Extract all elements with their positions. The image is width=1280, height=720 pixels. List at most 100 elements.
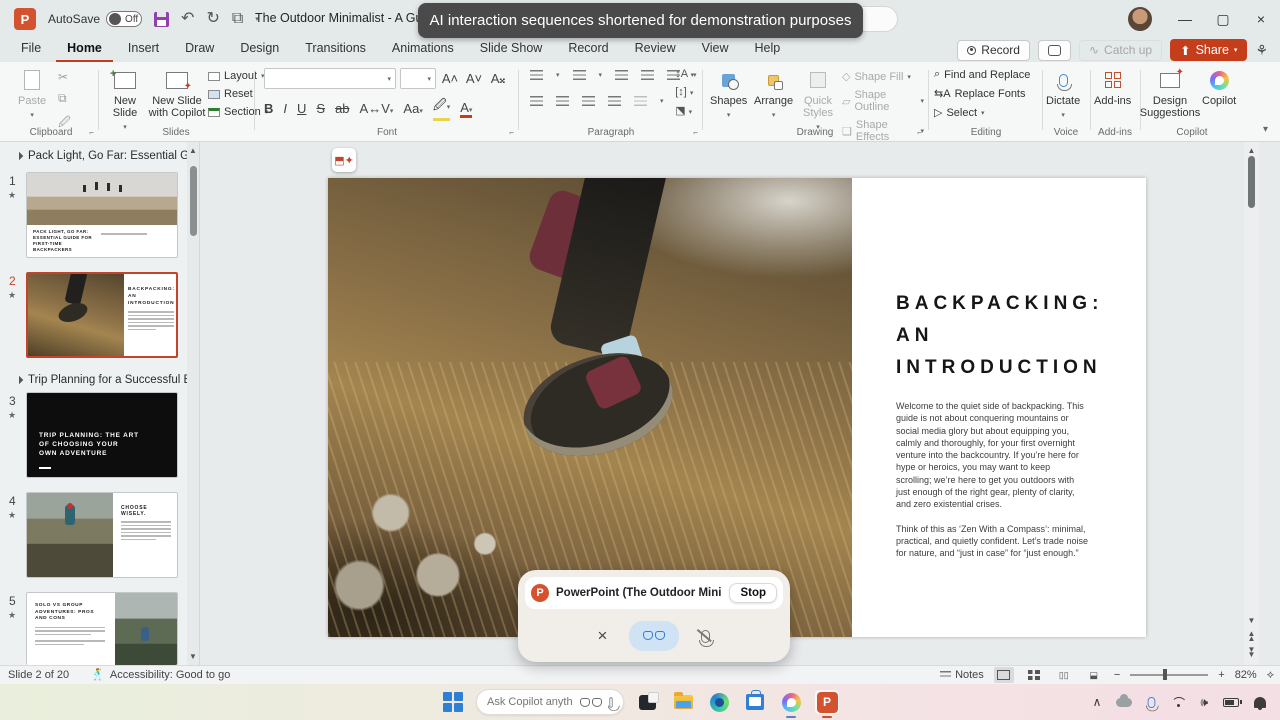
user-avatar[interactable]	[1128, 7, 1152, 31]
strikethrough-button[interactable]: S	[316, 101, 325, 116]
copilot-vision-glasses-icon[interactable]	[580, 697, 602, 707]
share-button[interactable]: ⬆ Share ▾	[1170, 39, 1248, 61]
stop-button[interactable]: Stop	[729, 583, 777, 603]
canvas-scrollbar[interactable]: ▲ ▼ ▲ ▲ ▼ ▼	[1244, 142, 1259, 665]
redo-icon[interactable]: ↻	[206, 11, 219, 27]
tab-home[interactable]: Home	[56, 38, 113, 62]
columns-icon[interactable]	[634, 96, 647, 106]
tray-microphone-icon[interactable]	[1146, 696, 1160, 711]
find-and-replace-button[interactable]: ⌕ Find and Replace	[934, 68, 1030, 81]
dictate-button[interactable]: Dictate ▾	[1046, 68, 1080, 122]
align-text-icon[interactable]: [↕] ▾	[675, 86, 694, 98]
search-input[interactable]	[487, 696, 573, 708]
slide-4-thumbnail[interactable]: CHOOSE WISELY.	[26, 492, 178, 578]
justify-icon[interactable]	[608, 96, 621, 106]
zoom-slider-thumb[interactable]	[1163, 669, 1167, 681]
slide-text-block[interactable]: BACKPACKING: AN INTRODUCTION Welcome to …	[896, 288, 1098, 560]
new-slide-button[interactable]: + New Slide ▾	[104, 68, 146, 134]
normal-view-button[interactable]	[993, 667, 1014, 683]
tab-file[interactable]: File	[10, 38, 52, 62]
slide-1-thumbnail[interactable]: PACK LIGHT, GO FAR: ESSENTIAL GUIDE FOR …	[26, 172, 178, 258]
shapes-button[interactable]: Shapes ▾	[710, 68, 747, 122]
tab-animations[interactable]: Animations	[381, 38, 465, 62]
notifications-bell-icon[interactable]	[1254, 696, 1266, 710]
decrease-indent-icon[interactable]	[615, 70, 629, 80]
replace-fonts-button[interactable]: ⇆A Replace Fonts	[934, 87, 1030, 101]
character-spacing-icon[interactable]: A↔V▾	[360, 101, 394, 116]
slideshow-icon[interactable]: ⧉	[232, 11, 243, 27]
designer-suggestion-chip[interactable]: ⬒✦	[332, 148, 356, 172]
sidebar-scroll-up-icon[interactable]: ▲	[189, 146, 197, 155]
taskbar-mic-icon[interactable]	[607, 696, 620, 711]
tab-draw[interactable]: Draw	[174, 38, 225, 62]
close-session-icon[interactable]: ×	[598, 626, 608, 646]
slide-2-thumbnail[interactable]: BACKPACKING: AN INTRODUCTION	[26, 272, 178, 358]
zoom-in-button[interactable]: +	[1218, 669, 1224, 681]
battery-icon[interactable]	[1223, 697, 1242, 707]
new-slide-with-copilot-button[interactable]: ✦ New Slide with Copilot	[148, 68, 206, 119]
fit-slide-to-window-icon[interactable]: ⟡	[1267, 669, 1274, 682]
tab-design[interactable]: Design	[229, 38, 290, 62]
tray-expand-chevron-icon[interactable]: ∧	[1093, 695, 1102, 709]
arrange-button[interactable]: Arrange ▾	[754, 68, 793, 122]
font-size-combobox[interactable]: ▾	[400, 68, 436, 89]
notes-button[interactable]: Notes	[940, 669, 984, 681]
slide-5-thumbnail[interactable]: SOLO VS GROUP ADVENTURES: PROS AND CONS	[26, 592, 178, 665]
microsoft-store-button[interactable]	[742, 689, 768, 715]
undo-icon[interactable]: ↶	[181, 11, 194, 27]
increase-indent-icon[interactable]	[641, 70, 655, 80]
current-slide[interactable]: BACKPACKING: AN INTRODUCTION Welcome to …	[328, 178, 1146, 637]
next-slide-icon[interactable]: ▼ ▼	[1248, 646, 1256, 659]
volume-icon[interactable]: 🕪	[1200, 695, 1208, 710]
sidebar-scroll-thumb[interactable]	[190, 166, 197, 236]
tab-view[interactable]: View	[691, 38, 740, 62]
clipboard-dialog-launcher[interactable]: ⌐	[89, 128, 94, 137]
powerpoint-taskbar-button[interactable]: P	[814, 689, 840, 718]
numbering-icon[interactable]	[572, 70, 586, 80]
tab-help[interactable]: Help	[743, 38, 791, 62]
sidebar-scrollbar[interactable]: ▲ ▼	[187, 142, 199, 665]
design-suggestions-button[interactable]: ✦ Design Suggestions	[1140, 67, 1201, 120]
slide-3-thumbnail[interactable]: TRIP PLANNING: THE ART OF CHOOSING YOUR …	[26, 392, 178, 478]
autosave-switch[interactable]: Off	[106, 11, 143, 27]
bullets-icon[interactable]	[530, 70, 543, 80]
comments-button[interactable]	[1037, 39, 1071, 61]
tab-insert[interactable]: Insert	[117, 38, 170, 62]
add-ins-button[interactable]: Add-ins	[1094, 68, 1131, 107]
previous-slide-icon[interactable]: ▲ ▲	[1248, 630, 1256, 643]
change-case-icon[interactable]: Aa▾	[403, 101, 422, 116]
reading-view-button[interactable]: ▯▯	[1054, 667, 1074, 683]
copilot-button[interactable]: Copilot	[1202, 68, 1236, 107]
text-direction-icon[interactable]: ↕A ▾	[675, 68, 694, 80]
increase-font-size-icon[interactable]: A˄	[440, 71, 460, 86]
start-button[interactable]	[440, 689, 466, 715]
align-right-icon[interactable]	[582, 96, 595, 106]
tab-record[interactable]: Record	[557, 38, 619, 62]
close-button[interactable]: ×	[1242, 0, 1280, 38]
font-dialog-launcher[interactable]: ⌐	[509, 128, 514, 137]
autosave-toggle[interactable]: AutoSave Off	[48, 11, 143, 27]
font-name-combobox[interactable]: ▾	[264, 68, 396, 89]
select-button[interactable]: ▷ Select ▾	[934, 106, 1030, 120]
zoom-level[interactable]: 82%	[1235, 669, 1257, 681]
smartart-convert-icon[interactable]: ⬔ ▾	[675, 104, 694, 117]
presenter-icon[interactable]: ⚘	[1255, 42, 1268, 59]
task-view-button[interactable]	[634, 689, 660, 715]
tab-review[interactable]: Review	[624, 38, 687, 62]
underline-button[interactable]: U	[297, 101, 306, 116]
text-shadow-icon[interactable]: ab	[335, 101, 349, 116]
clear-formatting-icon[interactable]: A𝄪	[488, 71, 508, 87]
highlight-color-icon[interactable]: 🖉▾	[432, 96, 451, 121]
decrease-font-size-icon[interactable]: A˅	[464, 71, 484, 86]
collapse-ribbon-chevron-icon[interactable]: ▾	[1263, 124, 1268, 135]
scroll-up-icon[interactable]: ▲	[1248, 146, 1256, 155]
save-icon[interactable]	[154, 11, 170, 27]
drawing-dialog-launcher[interactable]: ⌐	[917, 128, 922, 137]
copilot-app-button[interactable]	[778, 689, 804, 718]
vision-glasses-button[interactable]	[629, 621, 680, 651]
cut-icon[interactable]: ✂	[58, 70, 71, 84]
microphone-muted-icon[interactable]	[699, 629, 715, 647]
section-header-1[interactable]: Pack Light, Go Far: Essential Guide f...	[14, 150, 199, 162]
zoom-out-button[interactable]: −	[1114, 669, 1120, 681]
italic-button[interactable]: I	[283, 101, 287, 116]
